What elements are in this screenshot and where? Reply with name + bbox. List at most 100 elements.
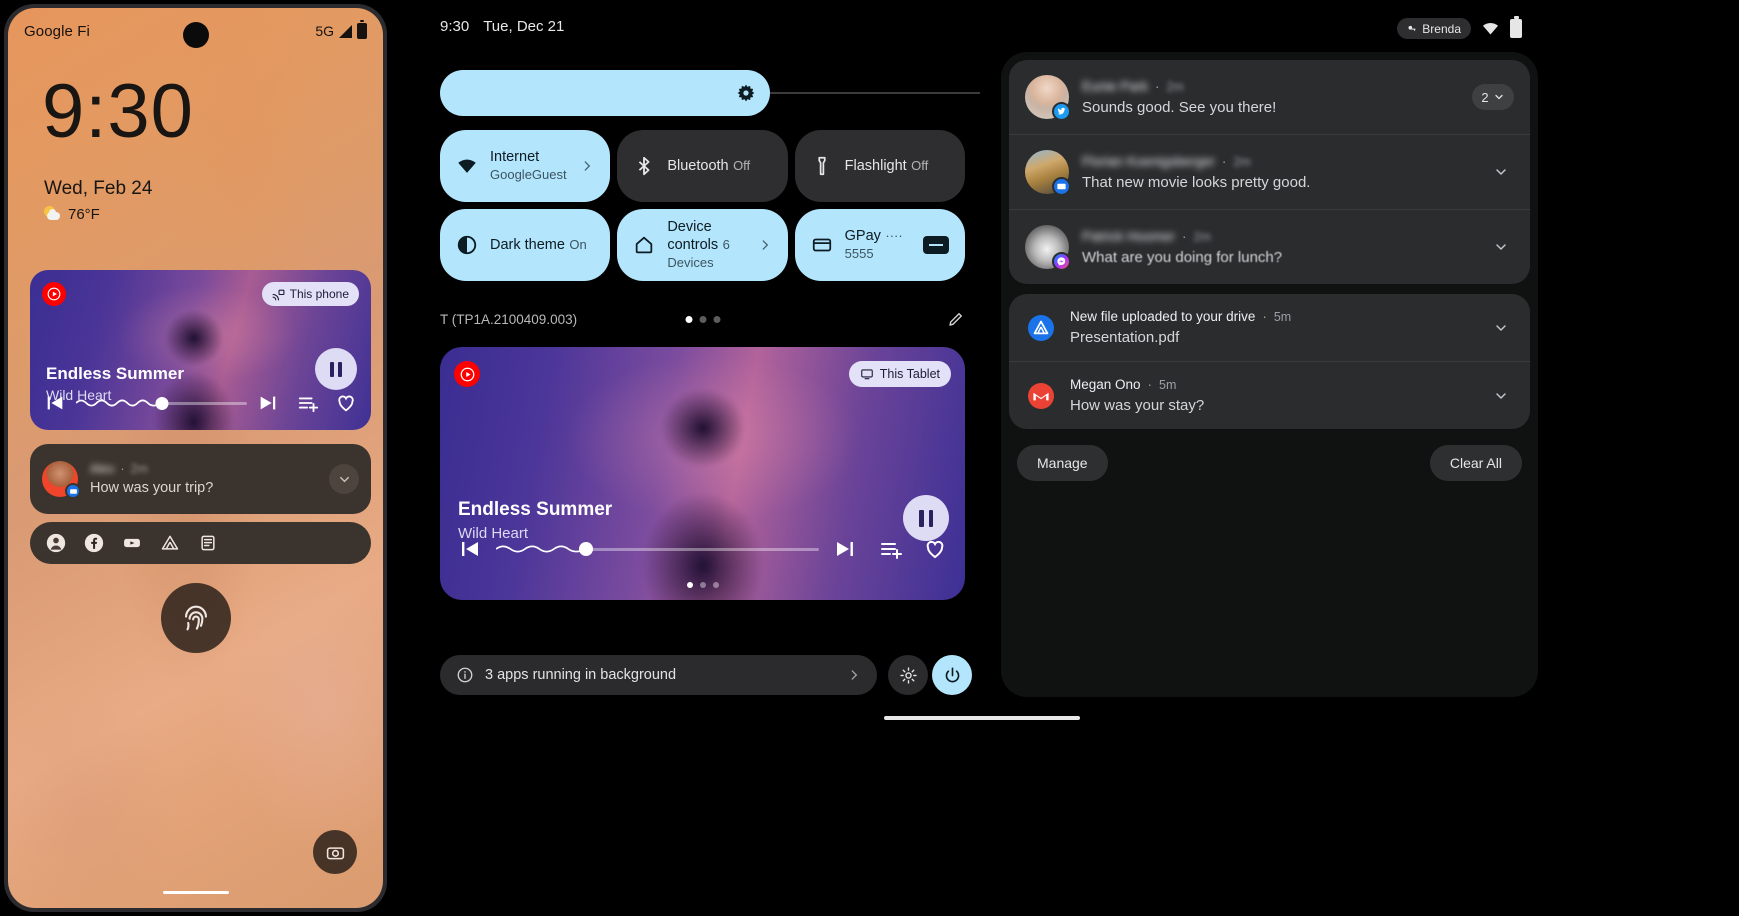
youtube-icon[interactable] xyxy=(122,533,142,553)
chevron-right-icon[interactable] xyxy=(580,159,594,173)
track-title: Endless Summer xyxy=(458,499,613,520)
notification-message: Presentation.pdf xyxy=(1070,329,1180,346)
notification-group: New file uploaded to your drive · 5m Pre… xyxy=(1009,294,1530,429)
cast-chip[interactable]: This Tablet xyxy=(848,361,951,387)
page-dot[interactable] xyxy=(686,582,693,588)
chevron-right-icon[interactable] xyxy=(847,668,861,682)
notification-row[interactable]: Eunie Park · 2m Sounds good. See you the… xyxy=(1009,60,1530,134)
tablet-home-gesture-bar[interactable] xyxy=(884,716,1080,720)
fingerprint-icon[interactable] xyxy=(160,583,231,653)
phone-lockscreen[interactable]: Google Fi 5G 9:30 Wed, Feb 24 76°F This … xyxy=(8,8,383,908)
pencil-icon[interactable] xyxy=(947,310,965,328)
lockscreen-clock: 9:30 xyxy=(42,69,194,154)
qs-tile-device-controls[interactable]: Device controls 6 Devices xyxy=(617,209,788,281)
next-track-icon[interactable] xyxy=(257,392,279,414)
settings-button[interactable] xyxy=(888,655,928,695)
lockscreen-weather[interactable]: 76°F xyxy=(44,206,100,223)
group-count-badge[interactable]: 2 xyxy=(1472,84,1514,110)
shade-action-row: Manage Clear All xyxy=(1009,445,1530,481)
media-page-dots[interactable] xyxy=(686,582,719,588)
tile-title: Bluetooth xyxy=(667,157,729,174)
notification-time: 2m xyxy=(1193,229,1211,244)
avatar xyxy=(1025,150,1071,196)
previous-track-icon[interactable] xyxy=(44,392,66,414)
user-name-label: Brenda xyxy=(1422,21,1461,36)
pause-button[interactable] xyxy=(315,348,357,390)
expand-chevron-down-icon[interactable] xyxy=(1488,234,1514,260)
phone-status-right: 5G xyxy=(315,20,367,39)
chevron-right-icon[interactable] xyxy=(758,238,772,252)
tile-subtitle: Off xyxy=(911,157,929,173)
seek-thumb[interactable] xyxy=(155,396,168,410)
notification-row[interactable]: Florian Koenigsberger · 2m That new movi… xyxy=(1009,134,1530,209)
separator-dot: · xyxy=(1221,153,1227,169)
tablet-media-player[interactable]: This Tablet Endless Summer Wild Heart xyxy=(440,347,965,600)
notification-row[interactable]: Patrick Hoomer · 2m What are you doing f… xyxy=(1009,209,1530,284)
phone-media-player[interactable]: This phone Endless Summer Wild Heart xyxy=(30,270,371,430)
sender-name: Alex xyxy=(90,462,115,476)
add-to-queue-icon[interactable] xyxy=(879,537,903,561)
previous-track-icon[interactable] xyxy=(458,537,482,561)
expand-chevron-down-icon[interactable] xyxy=(1488,315,1514,341)
qs-tile-flashlight[interactable]: Flashlight Off xyxy=(794,130,965,202)
seek-thumb[interactable] xyxy=(579,542,594,556)
notification-body: Eunie Park · 2m Sounds good. See you the… xyxy=(1082,79,1459,116)
next-track-icon[interactable] xyxy=(833,537,857,561)
cast-chip[interactable]: This phone xyxy=(261,282,359,306)
phone-status-bar: Google Fi 5G xyxy=(8,8,383,54)
notification-time: 2m xyxy=(130,462,148,476)
user-chip[interactable]: Brenda xyxy=(1397,18,1471,39)
qs-tile-gpay[interactable]: GPay ···· 5555 xyxy=(794,209,965,281)
seek-bar[interactable] xyxy=(76,394,247,412)
page-dot[interactable] xyxy=(699,582,706,588)
power-icon xyxy=(945,667,959,682)
add-to-queue-icon[interactable] xyxy=(297,392,319,414)
page-dot[interactable] xyxy=(699,315,706,323)
background-apps-bar[interactable]: 3 apps running in background xyxy=(440,655,877,695)
favorite-heart-icon[interactable] xyxy=(923,537,947,561)
manage-button[interactable]: Manage xyxy=(1017,445,1108,481)
brightness-slider[interactable] xyxy=(440,70,980,116)
page-dot[interactable] xyxy=(685,315,692,323)
expand-chevron-down-icon[interactable] xyxy=(329,464,359,494)
battery-icon xyxy=(357,20,367,39)
page-dot[interactable] xyxy=(712,582,719,588)
power-button[interactable] xyxy=(932,655,972,695)
notification-time: 5m xyxy=(1273,310,1292,324)
keep-icon[interactable] xyxy=(198,533,218,553)
home-icon xyxy=(633,234,655,256)
expand-chevron-down-icon[interactable] xyxy=(1488,383,1514,409)
brightness-icon xyxy=(737,84,755,102)
clear-all-button[interactable]: Clear All xyxy=(1429,445,1522,481)
brightness-track[interactable] xyxy=(770,92,980,94)
battery-icon xyxy=(1510,16,1522,38)
home-gesture-bar[interactable] xyxy=(162,891,229,894)
seek-bar[interactable] xyxy=(496,539,819,559)
headphones-icon[interactable] xyxy=(46,533,66,553)
camera-shortcut-button[interactable] xyxy=(313,830,357,874)
notification-row[interactable]: Megan Ono · 5m How was your stay? xyxy=(1009,361,1530,429)
qs-tile-dark-theme[interactable]: Dark theme On xyxy=(440,209,611,281)
avatar xyxy=(1025,225,1071,271)
sender-name: Florian Koenigsberger xyxy=(1082,153,1215,169)
phone-notification[interactable]: Alex · 2m How was your trip? xyxy=(30,444,371,514)
facebook-icon[interactable] xyxy=(84,533,104,553)
phone-app-shelf[interactable] xyxy=(30,522,371,564)
expand-chevron-down-icon[interactable] xyxy=(1488,159,1514,185)
carrier-label: Google Fi xyxy=(24,22,90,40)
page-dot[interactable] xyxy=(713,315,720,323)
album-art-silhouette xyxy=(615,382,790,600)
chevron-down-icon xyxy=(1494,94,1503,100)
qs-tile-internet[interactable]: Internet GoogleGuest xyxy=(440,130,611,202)
qs-page-dots[interactable] xyxy=(685,315,720,323)
card-chip-icon xyxy=(922,236,949,254)
shade-status-bar: Brenda xyxy=(1397,16,1522,39)
credit-card-icon xyxy=(811,234,833,256)
drive-icon[interactable] xyxy=(160,533,180,553)
qs-tile-bluetooth[interactable]: Bluetooth Off xyxy=(617,130,788,202)
separator-dot: · xyxy=(120,462,125,476)
tile-title: GPay xyxy=(844,227,881,244)
favorite-heart-icon[interactable] xyxy=(335,392,357,414)
brightness-fill[interactable] xyxy=(440,70,770,116)
notification-row[interactable]: New file uploaded to your drive · 5m Pre… xyxy=(1009,294,1530,361)
